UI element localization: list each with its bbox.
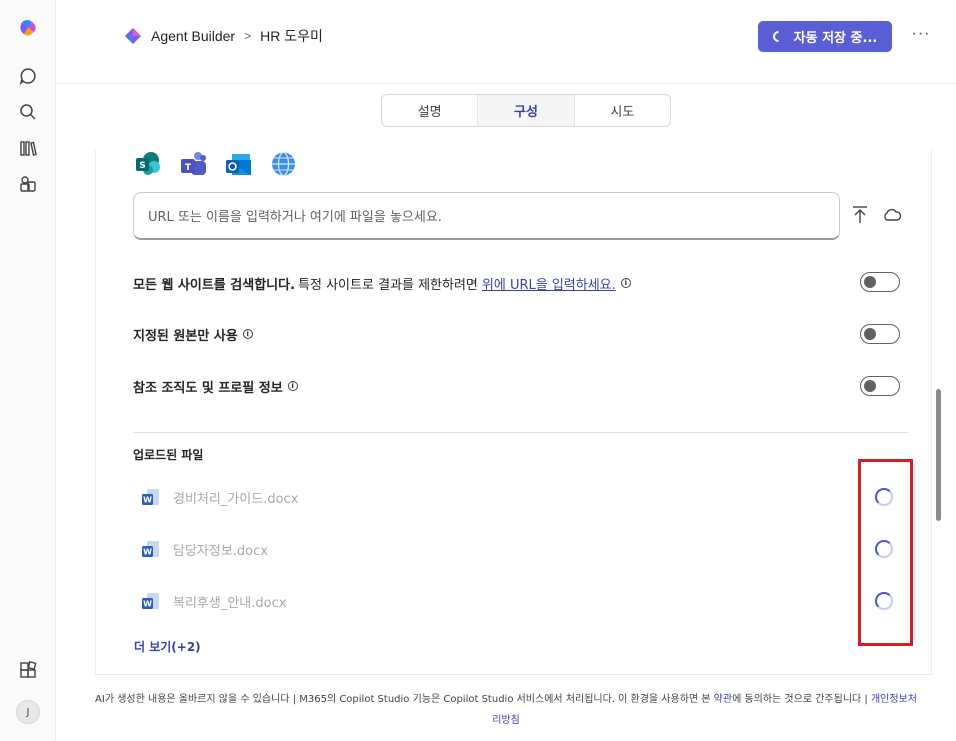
tab-description[interactable]: 설명 — [382, 95, 479, 126]
file-item[interactable]: W 담당자정보.docx — [141, 538, 268, 560]
svg-text:W: W — [143, 548, 152, 557]
globe-icon[interactable] — [269, 150, 298, 178]
scrollbar-thumb[interactable] — [936, 389, 941, 521]
sharepoint-icon[interactable]: S — [134, 150, 163, 178]
word-doc-icon: W — [141, 591, 161, 611]
file-name: 담당자정보.docx — [173, 543, 268, 559]
highlight-box — [858, 459, 913, 646]
library-icon[interactable] — [17, 137, 39, 159]
option-description: 특정 사이트로 결과를 제한하려면 — [298, 277, 478, 293]
agent-builder-logo-icon — [125, 28, 141, 44]
toggle-org-chart-profile[interactable] — [860, 376, 900, 396]
terms-link[interactable]: 약관 — [714, 694, 732, 705]
autosave-button[interactable]: 자동 저장 중... — [758, 21, 892, 52]
autosave-label: 자동 저장 중... — [793, 31, 878, 46]
option-title: 참조 조직도 및 프로필 정보 — [133, 380, 283, 396]
toggle-specified-sources-only[interactable] — [860, 324, 900, 344]
left-rail: J — [0, 0, 56, 741]
svg-text:S: S — [139, 161, 145, 171]
privacy-link-continued[interactable]: 리방침 — [492, 715, 520, 726]
breadcrumb-current: HR 도우미 — [260, 28, 323, 44]
agents-icon[interactable] — [17, 173, 39, 195]
chevron-right-icon: > — [244, 29, 252, 43]
section-divider — [133, 432, 908, 433]
option-title: 지정된 원본만 사용 — [133, 328, 238, 344]
svg-text:W: W — [143, 600, 152, 609]
search-icon[interactable] — [17, 101, 39, 123]
knowledge-url-input[interactable]: URL 또는 이름을 입력하거나 여기에 파일을 놓으세요. — [133, 192, 840, 240]
chat-icon[interactable] — [17, 65, 39, 87]
enter-url-link[interactable]: 위에 URL을 입력하세요. — [482, 274, 616, 293]
breadcrumb-root[interactable]: Agent Builder — [151, 28, 235, 44]
knowledge-source-icons: S T — [134, 150, 298, 178]
footer-text-2: 에 동의하는 것으로 간주됩니다 | — [732, 694, 871, 705]
apps-icon[interactable] — [17, 659, 39, 681]
word-doc-icon: W — [141, 487, 161, 507]
option-search-all-web: 모든 웹 사이트를 검색합니다. 특정 사이트로 결과를 제한하려면 위에 UR… — [133, 271, 903, 295]
footer-disclaimer: AI가 생성한 내용은 올바르지 않을 수 있습니다 | M365의 Copil… — [56, 689, 956, 731]
file-name: 경비처리_가이드.docx — [173, 491, 299, 507]
teams-icon[interactable]: T — [179, 150, 208, 178]
top-header: Agent Builder > HR 도우미 자동 저장 중... ··· — [56, 0, 956, 84]
info-icon[interactable]: i — [287, 381, 298, 391]
more-options-icon[interactable]: ··· — [910, 25, 932, 47]
toggle-search-all-web[interactable] — [860, 272, 900, 292]
svg-text:T: T — [185, 163, 192, 173]
saving-spinner-icon — [770, 28, 786, 45]
file-item[interactable]: W 경비처리_가이드.docx — [141, 486, 298, 508]
copilot-logo-icon[interactable] — [17, 17, 39, 39]
upload-icon[interactable] — [851, 205, 869, 225]
show-more-link[interactable]: 더 보기(+2) — [134, 638, 201, 655]
info-icon[interactable]: i — [242, 329, 253, 339]
footer-text: AI가 생성한 내용은 올바르지 않을 수 있습니다 | M365의 Copil… — [95, 694, 714, 705]
file-name: 복리후생_안내.docx — [173, 595, 287, 611]
option-specified-sources-only: 지정된 원본만 사용 i — [133, 322, 903, 346]
uploaded-files-title: 업로드된 파일 — [133, 448, 204, 462]
tab-bar: 설명 구성 시도 — [381, 94, 671, 127]
tab-configure[interactable]: 구성 — [478, 95, 575, 126]
privacy-link[interactable]: 개인정보처 — [871, 694, 917, 705]
file-item[interactable]: W 복리후생_안내.docx — [141, 590, 286, 612]
word-doc-icon: W — [141, 539, 161, 559]
tab-try[interactable]: 시도 — [575, 95, 670, 126]
option-title: 모든 웹 사이트를 검색합니다. — [133, 277, 296, 293]
info-icon[interactable]: i — [620, 278, 631, 288]
svg-text:W: W — [143, 496, 152, 505]
user-avatar[interactable]: J — [16, 700, 40, 724]
option-org-chart-profile: 참조 조직도 및 프로필 정보 i — [133, 374, 903, 398]
outlook-icon[interactable] — [224, 150, 253, 178]
breadcrumb: Agent Builder > HR 도우미 — [124, 26, 323, 46]
cloud-icon[interactable] — [882, 207, 902, 223]
